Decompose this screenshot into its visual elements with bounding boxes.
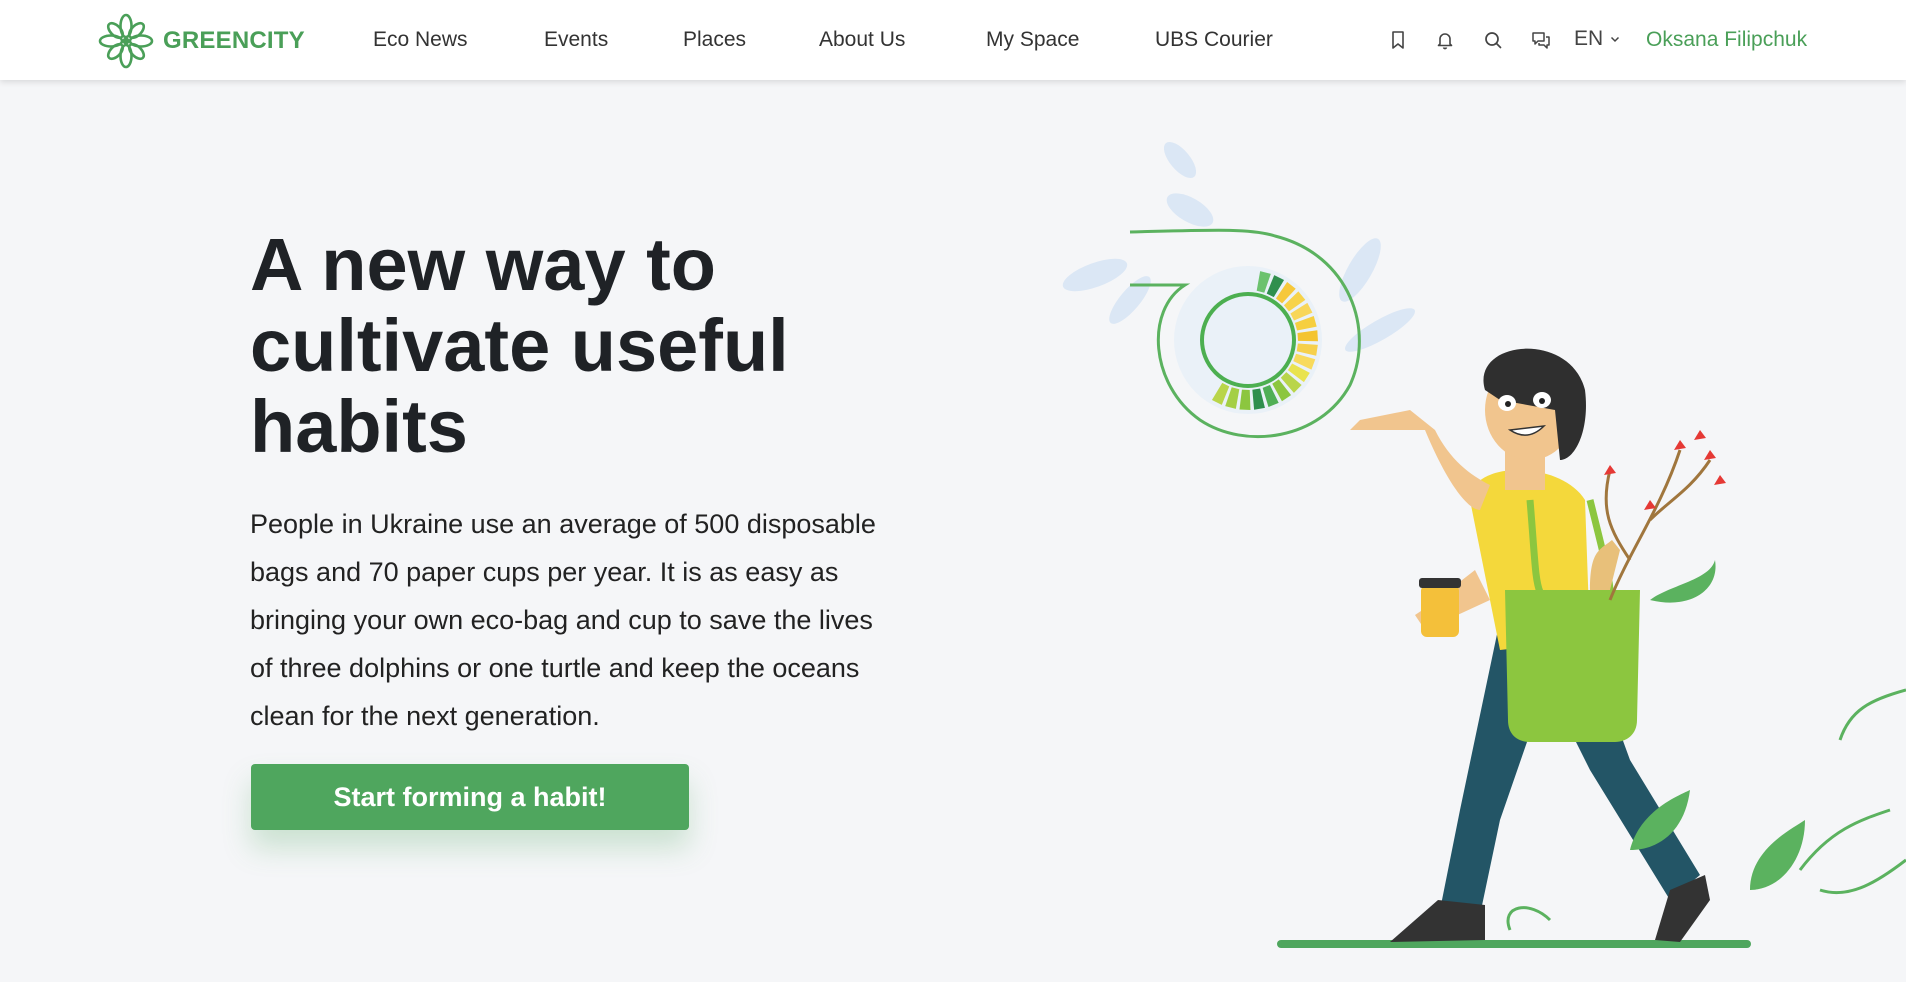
greencity-logo[interactable]: GREENCITY bbox=[97, 13, 305, 69]
decorative-leaves-right bbox=[1630, 560, 1805, 890]
hero-illustration bbox=[1062, 141, 1906, 948]
person-with-bag-illustration bbox=[1350, 348, 1710, 942]
hero-title: A new way to cultivate useful habits bbox=[250, 223, 789, 468]
language-switcher[interactable]: EN bbox=[1574, 27, 1621, 51]
habit-progress-ring-illustration bbox=[1129, 228, 1361, 439]
plant-with-flowers-illustration bbox=[1604, 449, 1712, 601]
language-label: EN bbox=[1574, 27, 1604, 50]
chat-icon[interactable] bbox=[1530, 29, 1552, 51]
red-flowers bbox=[1604, 430, 1726, 510]
user-profile-link[interactable]: Oksana Filipchuk bbox=[1646, 28, 1807, 52]
brand-name: GREENCITY bbox=[163, 27, 305, 54]
greencity-flower-icon bbox=[98, 13, 154, 69]
nav-about-us[interactable]: About Us bbox=[819, 28, 905, 52]
start-habit-button[interactable]: Start forming a habit! bbox=[251, 764, 689, 830]
bookmark-icon[interactable] bbox=[1387, 29, 1409, 51]
top-navigation-bar: GREENCITY Eco News Events Places About U… bbox=[0, 0, 1906, 80]
nav-places[interactable]: Places bbox=[683, 28, 746, 52]
bell-icon[interactable] bbox=[1434, 29, 1456, 51]
hero-description: People in Ukraine use an average of 500 … bbox=[250, 509, 876, 731]
nav-ubs-courier[interactable]: UBS Courier bbox=[1155, 28, 1273, 52]
nav-my-space[interactable]: My Space bbox=[986, 28, 1079, 52]
nav-events[interactable]: Events bbox=[544, 28, 608, 52]
chevron-down-icon bbox=[1611, 36, 1620, 43]
nav-eco-news[interactable]: Eco News bbox=[373, 28, 468, 52]
search-icon[interactable] bbox=[1482, 29, 1504, 51]
